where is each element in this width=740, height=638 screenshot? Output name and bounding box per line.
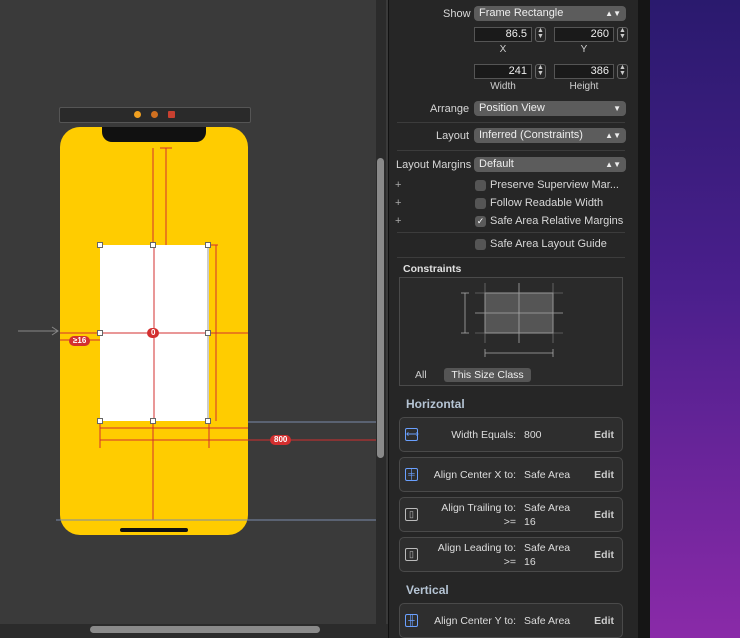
constraint-align-trailing[interactable]: ▯ Align Trailing to: Safe Area >= 16 Edi… bbox=[399, 497, 623, 532]
resize-handle-bottom-left[interactable] bbox=[97, 418, 103, 424]
resize-handle-top-left[interactable] bbox=[97, 242, 103, 248]
tab-this-size-class[interactable]: This Size Class bbox=[444, 368, 531, 382]
resize-handle-right[interactable] bbox=[205, 330, 211, 336]
width-label: Width bbox=[490, 81, 516, 92]
safe-area-layout-guide-checkbox[interactable] bbox=[475, 239, 486, 250]
canvas-vertical-scroll-thumb[interactable] bbox=[377, 158, 384, 458]
plus-icon[interactable]: + bbox=[395, 215, 401, 227]
safe-area-relative-margins-checkbox[interactable]: ✓ bbox=[475, 216, 486, 227]
constraint-label: Width Equals: bbox=[451, 429, 516, 441]
constraint-constant: 16 bbox=[524, 556, 536, 568]
width-field[interactable]: 241 bbox=[474, 64, 532, 79]
resize-handle-bottom-right[interactable] bbox=[205, 418, 211, 424]
constraint-constant: 16 bbox=[524, 516, 536, 528]
preserve-superview-margins-checkbox[interactable] bbox=[475, 180, 486, 191]
edit-button[interactable]: Edit bbox=[594, 429, 614, 441]
show-label: Show bbox=[443, 8, 471, 20]
height-label: Height bbox=[569, 81, 599, 92]
height-field[interactable]: 386 bbox=[554, 64, 614, 79]
vertical-section-title: Vertical bbox=[406, 583, 449, 597]
horizontal-section-title: Horizontal bbox=[406, 397, 465, 411]
show-popup[interactable]: Frame Rectangle ▲▼ bbox=[474, 6, 626, 21]
arrange-popup[interactable]: Position View ▼ bbox=[474, 101, 626, 116]
constraint-value: 800 bbox=[524, 429, 542, 441]
layout-margins-popup[interactable]: Default ▲▼ bbox=[474, 157, 626, 172]
width-constraint-icon: ⟷ bbox=[405, 428, 419, 441]
resize-handle-top-right[interactable] bbox=[205, 242, 211, 248]
divider bbox=[397, 257, 625, 258]
resize-handle-left[interactable] bbox=[97, 330, 103, 336]
layout-margins-label: Layout Margins bbox=[396, 159, 472, 171]
tab-all[interactable]: All bbox=[415, 369, 427, 381]
constraint-value: Safe Area bbox=[524, 615, 571, 627]
divider bbox=[397, 232, 625, 233]
align-leading-icon: ▯ bbox=[405, 548, 418, 561]
plus-icon[interactable]: + bbox=[395, 197, 401, 209]
constraint-label: Align Center Y to: bbox=[434, 615, 516, 627]
y-stepper[interactable]: ▲ ▼ bbox=[617, 27, 628, 42]
safe-area-relative-margins-label: Safe Area Relative Margins bbox=[490, 215, 624, 227]
leading-constraint-badge[interactable]: ≥16 bbox=[69, 336, 91, 346]
constraint-label: Align Center X to: bbox=[433, 469, 516, 481]
preserve-superview-margins-label: Preserve Superview Mar... bbox=[490, 179, 619, 191]
edit-button[interactable]: Edit bbox=[594, 549, 614, 561]
canvas-horizontal-scroll-thumb[interactable] bbox=[90, 626, 320, 633]
constraint-width-equals[interactable]: ⟷ Width Equals: 800 Edit bbox=[399, 417, 623, 452]
width-constraint-badge[interactable]: 800 bbox=[270, 435, 292, 445]
constraint-align-leading[interactable]: ▯ Align Leading to: Safe Area >= 16 Edit bbox=[399, 537, 623, 572]
align-trailing-icon: ▯ bbox=[405, 508, 418, 521]
constraint-relation: >= bbox=[503, 556, 516, 568]
resize-handle-top[interactable] bbox=[150, 242, 156, 248]
chevron-down-icon: ▼ bbox=[613, 104, 621, 113]
plus-icon[interactable]: + bbox=[395, 179, 401, 191]
updown-chevron-icon: ▲▼ bbox=[605, 9, 621, 18]
safe-area-layout-guide-label: Safe Area Layout Guide bbox=[490, 238, 607, 250]
x-label: X bbox=[499, 44, 507, 55]
follow-readable-width-checkbox[interactable] bbox=[475, 198, 486, 209]
constraint-value: Safe Area bbox=[524, 542, 571, 554]
window-edge bbox=[638, 0, 650, 638]
constraints-title: Constraints bbox=[403, 263, 462, 275]
constraints-diagram bbox=[461, 283, 563, 357]
divider bbox=[397, 150, 625, 151]
divider bbox=[397, 122, 625, 123]
desktop-wallpaper bbox=[650, 0, 740, 638]
show-popup-value: Frame Rectangle bbox=[479, 7, 564, 19]
edit-button[interactable]: Edit bbox=[594, 615, 614, 627]
arrange-label: Arrange bbox=[430, 103, 470, 115]
y-field[interactable]: 260 bbox=[554, 27, 614, 42]
edit-button[interactable]: Edit bbox=[594, 469, 614, 481]
layout-margins-popup-value: Default bbox=[479, 158, 514, 170]
resize-handle-bottom[interactable] bbox=[150, 418, 156, 424]
constraint-value: Safe Area bbox=[524, 469, 571, 481]
updown-chevron-icon: ▲▼ bbox=[605, 131, 621, 140]
width-stepper[interactable]: ▲ ▼ bbox=[535, 64, 546, 79]
align-center-y-icon: ╫ bbox=[405, 614, 418, 627]
align-center-x-icon: ╪ bbox=[405, 468, 418, 481]
layout-label: Layout bbox=[436, 130, 470, 142]
height-stepper[interactable]: ▲ ▼ bbox=[617, 64, 628, 79]
constraint-label: Align Leading to: bbox=[437, 542, 516, 554]
arrange-popup-value: Position View bbox=[479, 102, 545, 114]
x-stepper[interactable]: ▲ ▼ bbox=[535, 27, 546, 42]
x-field[interactable]: 86.5 bbox=[474, 27, 532, 42]
constraint-relation: >= bbox=[503, 516, 516, 528]
updown-chevron-icon: ▲▼ bbox=[605, 160, 621, 169]
y-label: Y bbox=[580, 44, 588, 55]
constraint-align-center-x[interactable]: ╪ Align Center X to: Safe Area Edit bbox=[399, 457, 623, 492]
constraint-value: Safe Area bbox=[524, 502, 571, 514]
layout-popup-value: Inferred (Constraints) bbox=[479, 129, 583, 141]
constraint-label: Align Trailing to: bbox=[441, 502, 516, 514]
constraint-align-center-y[interactable]: ╫ Align Center Y to: Safe Area Edit bbox=[399, 603, 623, 638]
layout-popup[interactable]: Inferred (Constraints) ▲▼ bbox=[474, 128, 626, 143]
edit-button[interactable]: Edit bbox=[594, 509, 614, 521]
follow-readable-width-label: Follow Readable Width bbox=[490, 197, 604, 209]
